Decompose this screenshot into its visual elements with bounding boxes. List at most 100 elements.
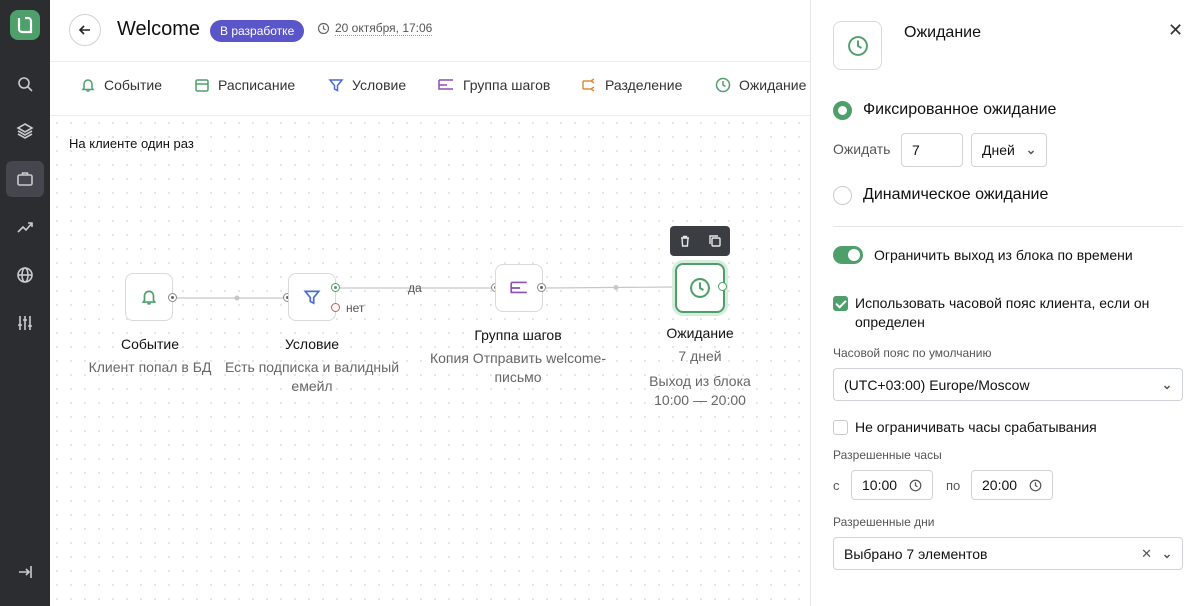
flow-canvas[interactable]: На клиенте один раз Событие Клиент попал… [50,116,810,606]
app-logo-icon[interactable] [10,10,40,40]
edge-label-no: нет [346,301,365,315]
node-event-subtitle: Клиент попал в БД [88,359,212,375]
wait-unit: Дней [982,142,1015,158]
client-tz-label: Использовать часовой пояс клиента, если … [855,295,1150,330]
from-time: 10:00 [862,477,898,493]
split-icon [582,78,595,92]
node-group-subtitle: Копия Отправить welcome-письмо [429,350,607,385]
clock-icon [847,35,868,56]
from-label: с [833,478,840,493]
no-limit-hours-checkbox[interactable] [833,420,848,435]
app-root: Welcome В разработке 20 октября, 17:06 С… [0,0,1200,606]
node-actions-bar [670,226,730,256]
clock-icon [1029,479,1042,492]
filter-icon [303,290,321,305]
dynamic-wait-radio[interactable] [833,186,852,205]
allowed-days-select[interactable]: Выбрано 7 элементов ✕ [833,537,1183,570]
node-event-out-port[interactable] [168,293,177,302]
page-header: Welcome В разработке 20 октября, 17:06 [50,0,810,62]
copy-icon[interactable] [708,234,722,248]
wait-unit-select[interactable]: Дней [971,133,1047,167]
tool-label: Ожидание [739,77,807,93]
default-tz-label: Часовой пояс по умолчанию [833,346,992,360]
to-label: по [946,478,961,493]
clock-icon [715,77,731,93]
trash-icon[interactable] [678,234,692,248]
page-title: Welcome [117,18,200,40]
default-tz-value: (UTC+03:00) Europe/Moscow [844,376,1030,393]
steps-group-icon [438,79,453,90]
close-icon[interactable]: ✕ [1168,20,1183,41]
node-event-title: Событие [121,336,179,352]
tool-schedule[interactable]: Расписание [194,77,295,93]
wait-label: Ожидать [833,141,891,157]
node-steps-group[interactable] [495,264,543,312]
tool-event[interactable]: Событие [80,77,162,93]
tool-condition[interactable]: Условие [328,77,406,93]
tool-label: Условие [352,77,407,93]
dynamic-wait-label: Динамическое ожидание [863,186,1049,203]
node-wait-title: Ожидание [666,325,734,341]
tool-label: Разделение [605,77,683,93]
arrow-left-icon [78,25,90,35]
steps-group-icon [510,281,527,294]
node-wait-extra: Выход из блока 10:00 — 20:00 [649,373,751,408]
briefcase-icon[interactable] [6,161,44,197]
node-condition-subtitle: Есть подписка и валидный емейл [224,359,400,394]
no-limit-hours-label: Не ограничивать часы срабатывания [855,419,1097,435]
panel-block-icon [833,21,882,70]
chevron-down-icon [1026,144,1036,160]
divider [833,226,1183,227]
bell-icon [141,290,157,305]
tool-wait[interactable]: Ожидание [715,77,806,93]
node-condition-no-port[interactable] [331,303,340,312]
allowed-hours-label: Разрешенные часы [833,448,942,462]
status-badge[interactable]: В разработке [210,20,305,42]
tool-split[interactable]: Разделение [581,77,682,93]
sliders-icon[interactable] [10,308,40,338]
node-wait-out-port[interactable] [718,282,727,291]
node-wait-subtitle: 7 дней [678,348,722,364]
panel-title: Ожидание [904,24,981,41]
tool-steps-group[interactable]: Группа шагов [437,77,550,93]
chevron-down-icon [1162,379,1172,395]
block-toolbar: Событие Расписание Условие Группа шагов … [50,62,810,116]
to-time-input[interactable]: 20:00 [971,470,1053,500]
allowed-days-label: Разрешенные дни [833,515,935,529]
fixed-wait-radio[interactable] [833,101,852,120]
wait-value: 7 [912,142,920,158]
bell-icon [81,79,95,92]
node-group-title: Группа шагов [474,327,562,343]
to-time: 20:00 [982,477,1018,493]
client-tz-checkbox[interactable] [833,296,848,311]
wait-value-input[interactable]: 7 [901,133,963,167]
calendar-icon [195,79,209,92]
layers-icon[interactable] [10,116,40,146]
edge-label-yes: да [408,281,422,295]
logout-icon[interactable] [10,557,40,587]
node-condition[interactable] [288,273,336,321]
node-condition-title: Условие [284,336,340,352]
from-time-input[interactable]: 10:00 [851,470,933,500]
default-tz-select[interactable]: (UTC+03:00) Europe/Moscow [833,368,1183,401]
timestamp[interactable]: 20 октября, 17:06 [317,21,433,36]
limit-exit-label: Ограничить выход из блока по времени [874,247,1133,263]
globe-icon[interactable] [10,260,40,290]
chevron-down-icon [1162,548,1172,564]
tool-label: Событие [104,77,162,93]
trend-icon[interactable] [10,212,40,242]
node-condition-yes-port[interactable] [331,283,340,292]
history-icon [317,22,330,35]
search-icon[interactable] [10,69,40,99]
limit-exit-toggle[interactable] [833,246,863,264]
clock-icon [690,278,710,298]
clear-icon[interactable]: ✕ [1141,546,1152,562]
left-rail [0,0,50,606]
filter-icon [328,79,344,92]
node-group-out-port[interactable] [537,283,546,292]
timestamp-text: 20 октября, 17:06 [335,21,433,36]
fixed-wait-label: Фиксированное ожидание [863,101,1057,118]
node-event[interactable] [125,273,173,321]
settings-panel: Ожидание ✕ Фиксированное ожидание Ожидат… [810,0,1200,606]
back-button[interactable] [69,14,101,46]
